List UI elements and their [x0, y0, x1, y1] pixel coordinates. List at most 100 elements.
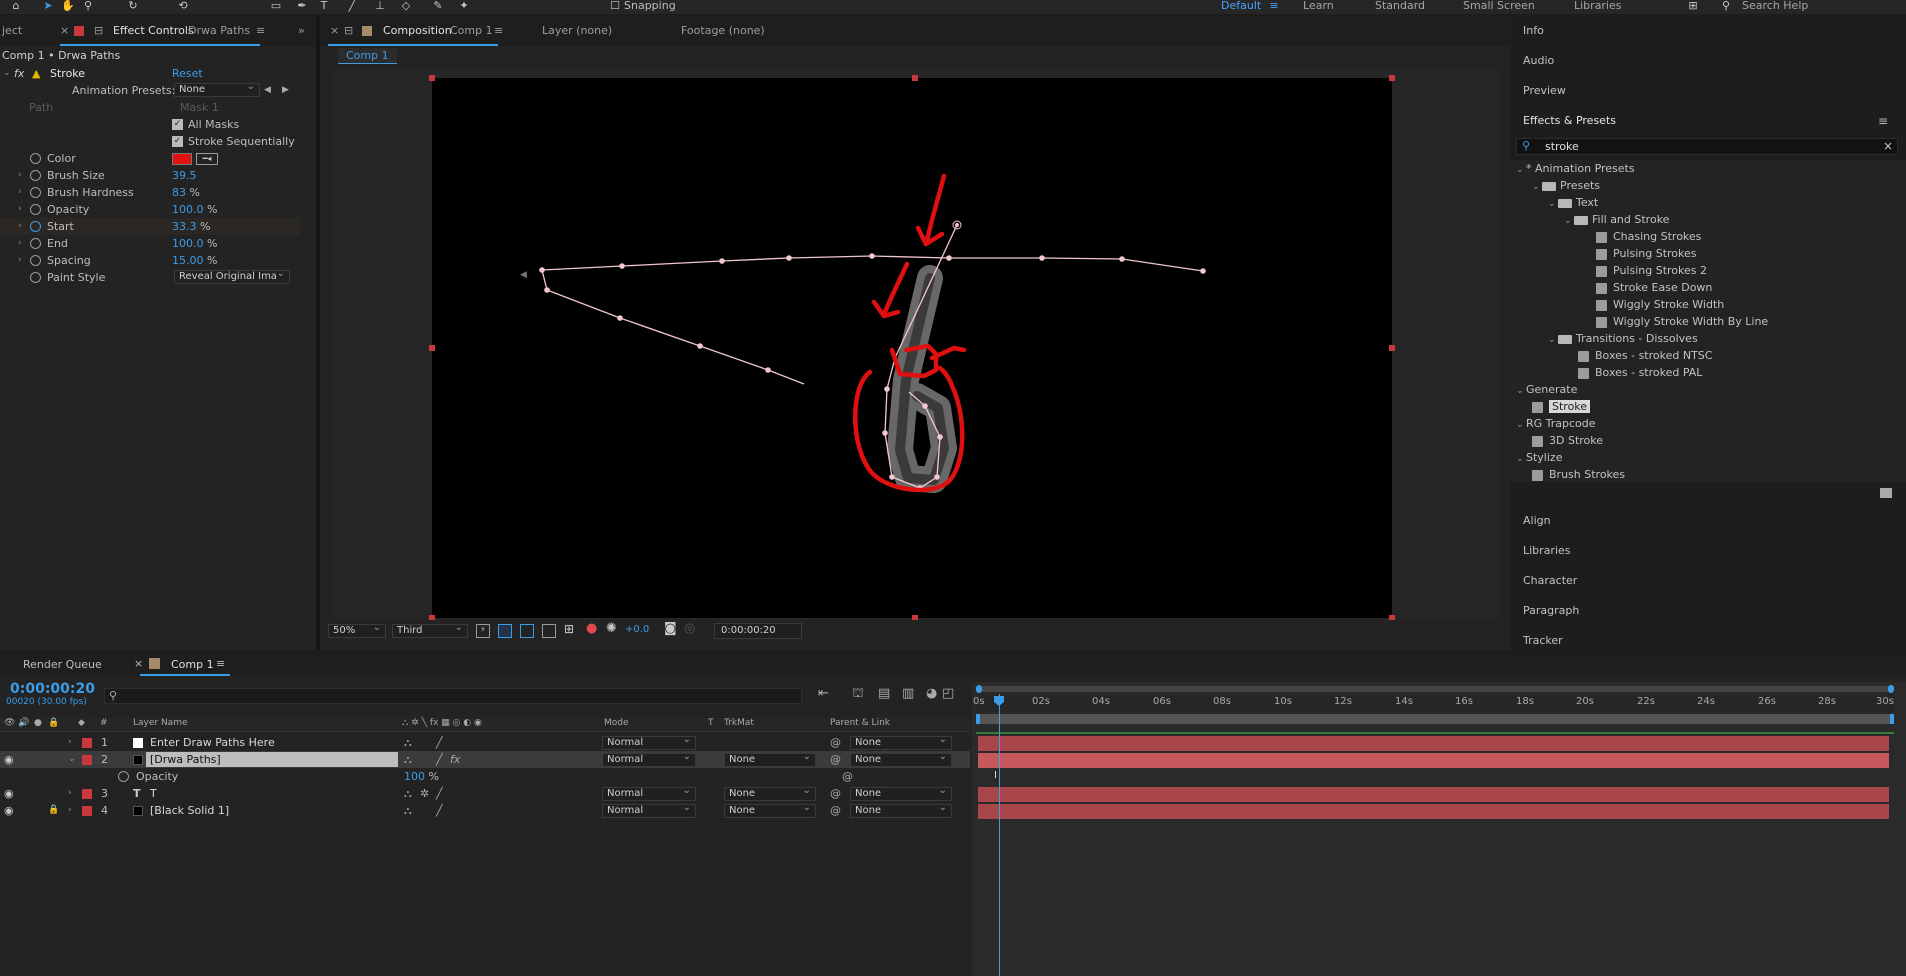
visibility-eye-icon[interactable]: ◉	[4, 785, 14, 802]
tab-composition[interactable]: Composition	[383, 16, 452, 46]
stopwatch-icon[interactable]	[30, 255, 41, 266]
stroke-sequentially-checkbox[interactable]: ✓	[172, 136, 183, 147]
prev-preset-icon[interactable]: ◀	[264, 82, 271, 99]
exposure-value[interactable]: +0.0	[625, 624, 649, 635]
tab-effect-controls[interactable]: Effect Controls	[113, 16, 194, 46]
layer-name-header[interactable]: Layer Name	[133, 718, 188, 728]
camera-tool-icon[interactable]: ⟲	[175, 0, 191, 14]
current-timecode[interactable]: 0:00:00:20	[10, 681, 95, 697]
paint-style-dropdown[interactable]: Reveal Original Ima	[174, 270, 290, 284]
stopwatch-icon[interactable]	[30, 153, 41, 164]
panel-menu-icon[interactable]: ≡	[216, 657, 225, 670]
workspace-learn[interactable]: Learn	[1303, 0, 1334, 11]
layer-name[interactable]: T	[150, 785, 157, 802]
rotate-tool-icon[interactable]: ↻	[125, 0, 141, 14]
tree-item-brush-strokes[interactable]: Brush Strokes	[1532, 466, 1625, 483]
panel-menu-icon[interactable]: ≡	[494, 16, 503, 46]
collapse-switch-icon[interactable]: ✲	[420, 785, 429, 802]
tree-item-preset[interactable]: Wiggly Stroke Width By Line	[1596, 313, 1768, 330]
opacity-property-row[interactable]: Opacity 100 % @	[0, 768, 970, 785]
draft-3d-icon[interactable]: ⛫	[852, 686, 864, 703]
mode-header[interactable]: Mode	[604, 718, 629, 728]
chevron-right-icon[interactable]: ›	[18, 184, 22, 201]
layer-bar-3[interactable]	[978, 787, 1889, 802]
animation-presets-dropdown[interactable]: None	[174, 81, 260, 97]
layer-name[interactable]: [Black Solid 1]	[150, 802, 229, 819]
chevron-right-icon[interactable]: ›	[18, 218, 22, 235]
label-color[interactable]	[82, 755, 92, 765]
tree-item-preset[interactable]: Boxes - stroked PAL	[1578, 364, 1702, 381]
tab-project[interactable]: ject	[2, 16, 22, 46]
sync-icon[interactable]: ⊞	[1685, 0, 1701, 14]
tab-footage[interactable]: Footage (none)	[681, 16, 765, 46]
grid-guides-icon[interactable]: ⊞	[564, 622, 574, 636]
visibility-eye-icon[interactable]: ◉	[4, 751, 14, 768]
visibility-eye-icon[interactable]: ◉	[4, 802, 14, 819]
close-icon[interactable]: ×	[60, 16, 69, 46]
panel-menu-icon[interactable]: ≡	[1878, 114, 1888, 128]
param-value[interactable]: 33.3	[172, 220, 197, 233]
quality-switch-icon[interactable]: ╱	[436, 802, 443, 819]
chevron-down-icon[interactable]: ⌄	[3, 65, 11, 82]
tree-item-presets[interactable]: ⌄ Presets	[1532, 177, 1600, 194]
workspace-standard[interactable]: Standard	[1375, 0, 1425, 11]
playhead-line[interactable]	[999, 694, 1000, 976]
layer-name[interactable]: [Drwa Paths]	[150, 751, 221, 768]
chevron-right-icon[interactable]: ›	[68, 785, 72, 802]
layer-name[interactable]: Enter Draw Paths Here	[150, 734, 275, 751]
trkmat-dropdown[interactable]: None	[724, 751, 816, 767]
mode-dropdown[interactable]: Normal	[602, 785, 696, 801]
tab-render-queue[interactable]: Render Queue	[23, 658, 102, 671]
work-area-end[interactable]	[1890, 714, 1894, 724]
audio-panel-header[interactable]: Audio	[1523, 54, 1554, 67]
reset-link[interactable]: Reset	[172, 65, 203, 82]
pickwhip-icon[interactable]: @	[830, 785, 841, 802]
libraries-panel-header[interactable]: Libraries	[1523, 544, 1571, 557]
timeline-graph-area[interactable]	[972, 682, 1906, 976]
timeline-search-input[interactable]: ⚲	[104, 688, 802, 704]
frame-blending-icon[interactable]: ▥	[902, 686, 914, 701]
tracker-panel-header[interactable]: Tracker	[1523, 634, 1563, 647]
pickwhip-icon[interactable]: @	[842, 768, 853, 785]
align-panel-header[interactable]: Align	[1523, 514, 1551, 527]
eraser-tool-icon[interactable]: ◇	[398, 0, 414, 14]
chevron-right-icon[interactable]: ›	[18, 252, 22, 269]
tab-layer[interactable]: Layer (none)	[542, 16, 612, 46]
layer-bar-1[interactable]	[978, 736, 1889, 751]
stopwatch-icon[interactable]	[30, 187, 41, 198]
new-folder-icon[interactable]	[1880, 488, 1892, 498]
viewer-timecode[interactable]: 0:00:00:20	[714, 623, 802, 639]
chevron-down-icon[interactable]: ⌄	[68, 751, 76, 768]
close-icon[interactable]: ×	[134, 657, 143, 670]
tree-item-preset[interactable]: Pulsing Strokes	[1596, 245, 1697, 262]
param-value[interactable]: 100.0	[172, 237, 204, 250]
tree-item-animation-presets[interactable]: ⌄ * Animation Presets	[1516, 160, 1635, 177]
time-navigator[interactable]	[976, 685, 1894, 693]
stopwatch-icon[interactable]	[118, 771, 129, 782]
comp-breadcrumb[interactable]: Comp 1	[338, 48, 397, 64]
tree-item-text[interactable]: ⌄ Text	[1548, 194, 1598, 211]
navigator-start-handle[interactable]	[976, 685, 982, 693]
label-color[interactable]	[82, 789, 92, 799]
workspace-default[interactable]: Default	[1221, 0, 1261, 11]
all-masks-checkbox[interactable]: ✓	[172, 119, 183, 130]
param-value[interactable]: 100.0	[172, 203, 204, 216]
preview-panel-header[interactable]: Preview	[1523, 84, 1566, 97]
region-of-interest-icon[interactable]	[542, 624, 556, 638]
graph-editor-icon[interactable]: ◰	[942, 686, 954, 701]
viewer-area[interactable]: ◀	[332, 68, 1498, 640]
chevron-right-icon[interactable]: ›	[68, 802, 72, 819]
stopwatch-icon[interactable]	[30, 221, 41, 232]
zoom-tool-icon[interactable]: ⚲	[80, 0, 96, 14]
channels-icon[interactable]: ●	[586, 621, 597, 636]
brush-tool-icon[interactable]: ╱	[344, 0, 360, 14]
snapping-checkbox-icon[interactable]: ☐	[607, 0, 623, 14]
opacity-value[interactable]: 100	[404, 770, 425, 783]
tree-item-3d-stroke[interactable]: 3D Stroke	[1532, 432, 1603, 449]
exposure-reset-icon[interactable]: ✺	[606, 621, 617, 636]
pickwhip-icon[interactable]: @	[830, 802, 841, 819]
selection-tool-icon[interactable]: ➤	[40, 0, 56, 14]
stopwatch-icon[interactable]	[30, 272, 41, 283]
param-value[interactable]: 83	[172, 186, 186, 199]
close-icon[interactable]: ×	[330, 16, 339, 46]
